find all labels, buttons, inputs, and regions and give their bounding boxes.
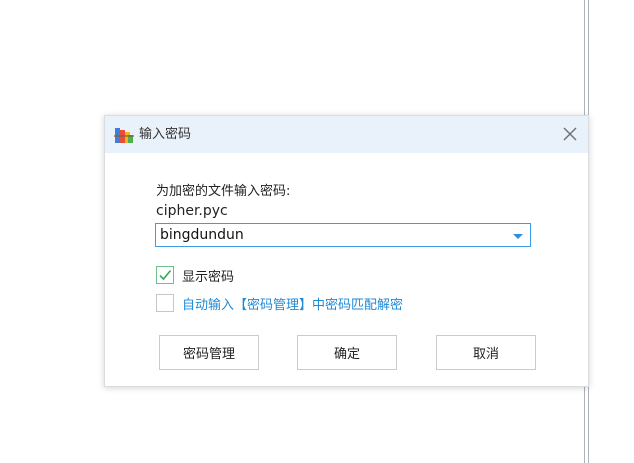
winrar-books-icon <box>114 126 134 144</box>
show-password-checkbox[interactable] <box>156 266 174 284</box>
chevron-down-icon[interactable] <box>510 228 526 242</box>
close-icon[interactable] <box>560 124 580 144</box>
checkmark-icon <box>159 269 172 281</box>
dialog-title: 输入密码 <box>139 127 192 142</box>
dialog-titlebar: 输入密码 <box>105 116 588 153</box>
password-combobox[interactable] <box>155 223 531 247</box>
auto-input-option[interactable]: 自动输入【密码管理】中密码匹配解密 <box>156 293 403 313</box>
show-password-label: 显示密码 <box>182 269 235 285</box>
auto-input-checkbox[interactable] <box>156 294 174 312</box>
password-input[interactable] <box>156 224 506 246</box>
password-prompt-label: 为加密的文件输入密码: <box>156 184 291 199</box>
password-dialog: 输入密码 为加密的文件输入密码: cipher.pyc 显示密码 自动输入【密码… <box>104 115 589 387</box>
cancel-button[interactable]: 取消 <box>436 335 536 370</box>
show-password-option[interactable]: 显示密码 <box>156 265 234 285</box>
archive-filename: cipher.pyc <box>156 203 228 219</box>
auto-input-label: 自动输入【密码管理】中密码匹配解密 <box>182 297 404 313</box>
ok-button[interactable]: 确定 <box>297 335 397 370</box>
password-manager-button[interactable]: 密码管理 <box>159 335 259 370</box>
